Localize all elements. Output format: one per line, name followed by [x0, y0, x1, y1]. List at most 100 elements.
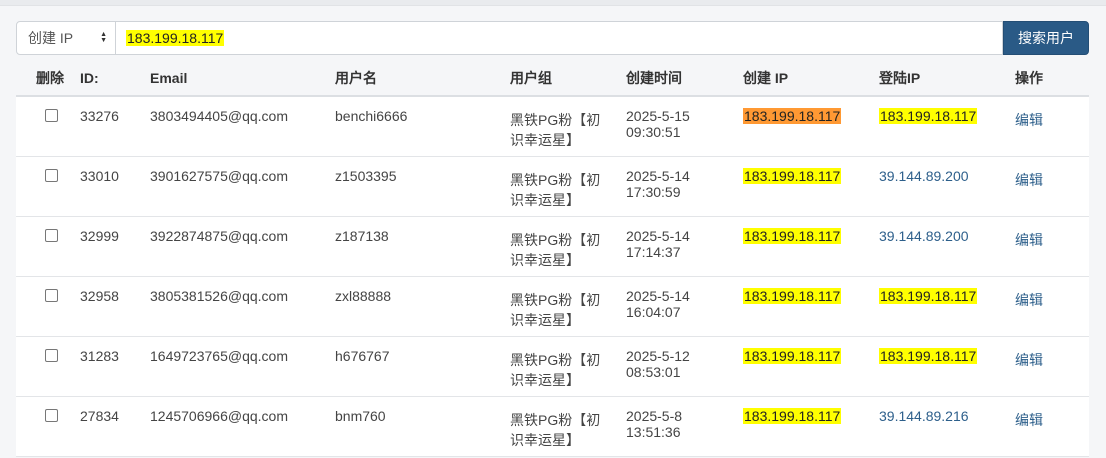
- row-login-ip[interactable]: 39.144.89.200: [879, 168, 969, 184]
- row-created-clock: 09:30:51: [626, 124, 681, 140]
- edit-link[interactable]: 编辑: [1015, 97, 1043, 130]
- select-updown-icon: ▲ ▼: [100, 31, 107, 44]
- row-created-ip: 183.199.18.117: [743, 168, 842, 184]
- search-bar: 创建 IP ▲ ▼ 183.199.18.117 搜索用户: [16, 21, 1089, 55]
- row-group: 黑铁PG粉【初 识幸运星】: [510, 397, 626, 450]
- row-group: 黑铁PG粉【初 识幸运星】: [510, 97, 626, 150]
- row-created-date: 2025-5-8: [626, 408, 683, 424]
- row-username: z187138: [335, 228, 389, 244]
- search-input[interactable]: 183.199.18.117: [116, 21, 1003, 55]
- row-group-line1: 黑铁PG粉【初: [510, 112, 601, 128]
- row-created-time: 2025-5-15 09:30:51: [626, 97, 743, 140]
- row-created-time: 2025-5-14 17:14:37: [626, 217, 743, 260]
- row-created-ip: 183.199.18.117: [743, 228, 842, 244]
- row-created-ip: 183.199.18.117: [743, 348, 842, 364]
- row-group-line1: 黑铁PG粉【初: [510, 352, 601, 368]
- search-users-button[interactable]: 搜索用户: [1003, 21, 1089, 55]
- row-created-clock: 08:53:01: [626, 364, 681, 380]
- delete-checkbox[interactable]: [45, 409, 58, 422]
- row-created-ip: 183.199.18.117: [743, 408, 842, 424]
- header-username: 用户名: [335, 60, 510, 97]
- search-field-select[interactable]: 创建 IP ▲ ▼: [16, 21, 116, 55]
- row-created-clock: 16:04:07: [626, 304, 681, 320]
- users-table: 删除 ID: Email 用户名 用户组 创建时间 创建 IP 登陆IP 操作 …: [16, 60, 1089, 457]
- row-id: 31283: [80, 348, 119, 364]
- table-row: 31283 1649723765@qq.com h676767 黑铁PG粉【初识…: [16, 336, 1089, 397]
- row-login-ip[interactable]: 183.199.18.117: [879, 348, 978, 364]
- row-created-date: 2025-5-14: [626, 288, 690, 304]
- table-row: 32958 3805381526@qq.com zxl88888 黑铁PG粉【初…: [16, 276, 1089, 337]
- table-row: 27834 1245706966@qq.com bnm760 黑铁PG粉【初 识幸…: [16, 396, 1089, 457]
- row-username: h676767: [335, 348, 390, 364]
- table-row: 33010 3901627575@qq.com z1503395 黑铁PG粉【初…: [16, 156, 1089, 217]
- row-group-line2: 识幸运星】: [510, 252, 580, 268]
- edit-link[interactable]: 编辑: [1015, 157, 1043, 190]
- header-delete: 删除: [16, 60, 80, 97]
- edit-link[interactable]: 编辑: [1015, 397, 1043, 430]
- header-created-ip: 创建 IP: [743, 60, 879, 97]
- row-id: 27834: [80, 408, 119, 424]
- row-group: 黑铁PG粉【初 识幸运星】: [510, 157, 626, 210]
- delete-checkbox[interactable]: [45, 169, 58, 182]
- row-group: 黑铁PG粉【初 识幸运星】: [510, 337, 626, 390]
- row-email: 3805381526@qq.com: [150, 288, 288, 304]
- table-row: 33276 3803494405@qq.com benchi6666 黑铁PG粉…: [16, 96, 1089, 157]
- header-created-time: 创建时间: [626, 60, 743, 97]
- row-created-time: 2025-5-12 08:53:01: [626, 337, 743, 380]
- row-id: 33276: [80, 108, 119, 124]
- edit-link[interactable]: 编辑: [1015, 217, 1043, 250]
- header-action: 操作: [1015, 60, 1089, 97]
- row-created-date: 2025-5-14: [626, 228, 690, 244]
- table-row: 32999 3922874875@qq.com z187138 黑铁PG粉【初识…: [16, 216, 1089, 277]
- delete-checkbox[interactable]: [45, 109, 58, 122]
- row-created-time: 2025-5-14 17:30:59: [626, 157, 743, 200]
- row-created-clock: 17:30:59: [626, 184, 681, 200]
- header-email: Email: [150, 60, 335, 97]
- row-id: 32958: [80, 288, 119, 304]
- header-group: 用户组: [510, 60, 626, 97]
- row-group-line2: 识幸运星】: [510, 132, 580, 148]
- header-id: ID:: [80, 60, 150, 97]
- row-created-date: 2025-5-12: [626, 348, 690, 364]
- row-group-line1: 黑铁PG粉【初: [510, 412, 601, 428]
- row-group-line2: 识幸运星】: [510, 432, 580, 448]
- search-field-select-label: 创建 IP: [28, 30, 74, 46]
- row-created-clock: 13:51:36: [626, 424, 681, 440]
- row-login-ip[interactable]: 39.144.89.200: [879, 228, 969, 244]
- row-login-ip[interactable]: 183.199.18.117: [879, 108, 978, 124]
- row-group-line2: 识幸运星】: [510, 312, 580, 328]
- row-login-ip[interactable]: 39.144.89.216: [879, 408, 969, 424]
- row-group-line2: 识幸运星】: [510, 372, 580, 388]
- row-email: 1245706966@qq.com: [150, 408, 288, 424]
- row-created-time: 2025-5-8 13:51:36: [626, 397, 743, 440]
- row-created-date: 2025-5-15: [626, 108, 690, 124]
- edit-link[interactable]: 编辑: [1015, 337, 1043, 370]
- row-created-date: 2025-5-14: [626, 168, 690, 184]
- delete-checkbox[interactable]: [45, 349, 58, 362]
- table-header-row: 删除 ID: Email 用户名 用户组 创建时间 创建 IP 登陆IP 操作: [16, 60, 1089, 97]
- delete-checkbox[interactable]: [45, 289, 58, 302]
- row-id: 32999: [80, 228, 119, 244]
- row-email: 3922874875@qq.com: [150, 228, 288, 244]
- edit-link[interactable]: 编辑: [1015, 277, 1043, 310]
- row-group-line1: 黑铁PG粉【初: [510, 232, 601, 248]
- header-login-ip: 登陆IP: [879, 60, 1015, 97]
- search-input-value: 183.199.18.117: [126, 30, 225, 46]
- row-email: 3803494405@qq.com: [150, 108, 288, 124]
- row-email: 1649723765@qq.com: [150, 348, 288, 364]
- row-created-ip: 183.199.18.117: [743, 108, 842, 124]
- row-username: zxl88888: [335, 288, 392, 304]
- row-created-clock: 17:14:37: [626, 244, 681, 260]
- row-group-line1: 黑铁PG粉【初: [510, 292, 601, 308]
- row-login-ip[interactable]: 183.199.18.117: [879, 288, 978, 304]
- top-border: [0, 0, 1106, 6]
- row-group: 黑铁PG粉【初 识幸运星】: [510, 277, 626, 330]
- row-created-ip: 183.199.18.117: [743, 288, 842, 304]
- row-group-line1: 黑铁PG粉【初: [510, 172, 601, 188]
- delete-checkbox[interactable]: [45, 229, 58, 242]
- row-email: 3901627575@qq.com: [150, 168, 288, 184]
- row-group-line2: 识幸运星】: [510, 192, 580, 208]
- row-username: benchi6666: [335, 108, 408, 124]
- row-group: 黑铁PG粉【初 识幸运星】: [510, 217, 626, 270]
- row-username: z1503395: [335, 168, 397, 184]
